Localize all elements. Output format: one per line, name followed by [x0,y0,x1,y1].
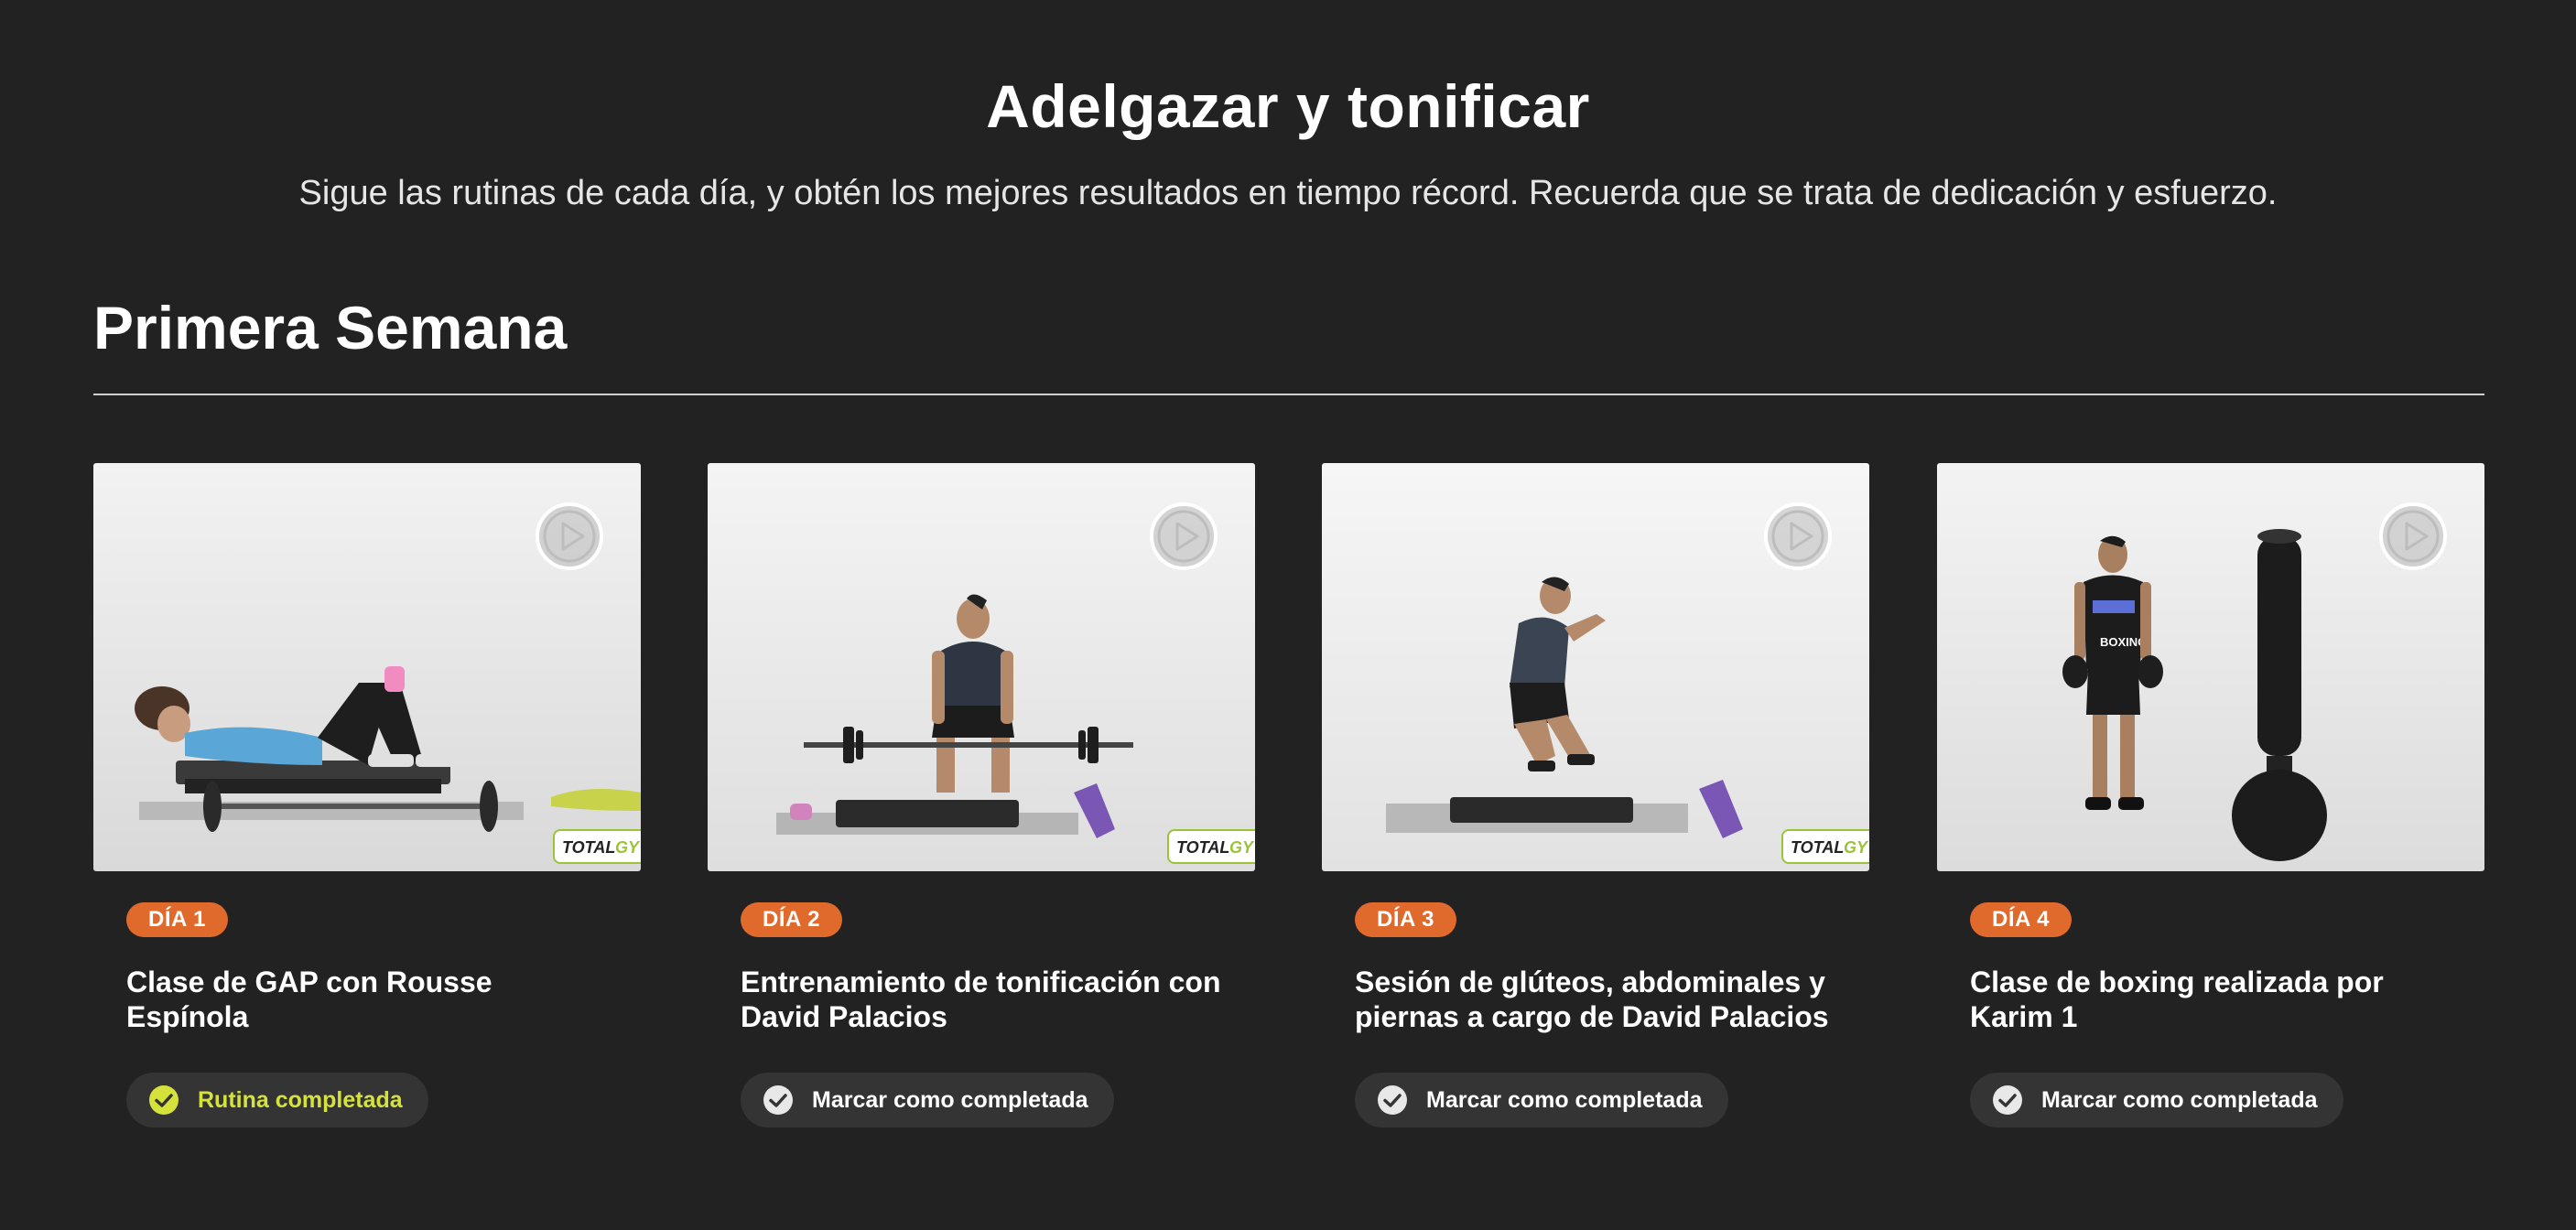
play-button[interactable] [535,502,604,571]
page-subtitle: Sigue las rutinas de cada día, y obtén l… [298,174,2278,212]
video-thumbnail[interactable]: BOXING [1937,463,2484,871]
svg-text:BOXING: BOXING [2100,635,2147,649]
video-thumbnail[interactable]: TOTAL GY [93,463,641,871]
brand-logo: TOTAL GY [1167,829,1255,864]
status-label: Marcar como completada [2041,1086,2318,1113]
check-circle-icon [1992,1084,2023,1116]
brand-logo: TOTAL GY [553,829,641,864]
svg-text:GY: GY [615,838,641,857]
section-divider [93,394,2484,395]
routine-card-day-2: TOTAL GY DÍA 2 Entrenamiento de tonifica… [708,461,1255,1157]
video-thumbnail[interactable]: TOTAL GY [1322,463,1869,871]
status-label: Rutina completada [198,1086,403,1113]
check-circle-filled-icon [148,1084,179,1116]
play-button[interactable] [1763,502,1833,571]
section-title: Primera Semana [93,294,568,361]
brand-logo: TOTAL GY [1781,829,1869,864]
video-thumbnail[interactable]: TOTAL GY [708,463,1255,871]
play-button[interactable] [1149,502,1218,571]
routine-title[interactable]: Clase de boxing realizada por Karim 1 [1970,965,2464,1034]
day-badge: DÍA 3 [1355,902,1456,937]
check-circle-icon [1377,1084,1408,1116]
svg-text:GY: GY [1229,838,1255,857]
routine-title[interactable]: Entrenamiento de tonificación con David … [741,965,1235,1034]
routine-card-list: TOTAL GY DÍA 1 Clase de GAP con Rousse E… [93,461,2484,1157]
mark-completed-button[interactable]: Marcar como completada [1355,1073,1728,1128]
day-badge: DÍA 4 [1970,902,2072,937]
check-circle-icon [763,1084,794,1116]
status-label: Marcar como completada [1426,1086,1703,1113]
svg-text:TOTAL: TOTAL [1176,838,1229,857]
status-label: Marcar como completada [812,1086,1088,1113]
routine-card-day-3: TOTAL GY DÍA 3 Sesión de glúteos, abdomi… [1322,461,1869,1157]
routine-completed-button[interactable]: Rutina completada [126,1073,428,1128]
page: Adelgazar y tonificar Sigue las rutinas … [0,0,2576,1230]
routine-title[interactable]: Sesión de glúteos, abdominales y piernas… [1355,965,1849,1034]
svg-text:GY: GY [1844,838,1869,857]
play-button[interactable] [2378,502,2448,571]
day-badge: DÍA 1 [126,902,228,937]
svg-text:TOTAL: TOTAL [1791,838,1844,857]
day-badge: DÍA 2 [741,902,842,937]
routine-card-day-4: BOXING DÍA 4 Clase de boxing realizada p… [1937,461,2484,1157]
routine-card-day-1: TOTAL GY DÍA 1 Clase de GAP con Rousse E… [93,461,641,1157]
page-title: Adelgazar y tonificar [986,72,1590,140]
mark-completed-button[interactable]: Marcar como completada [1970,1073,2343,1128]
routine-title[interactable]: Clase de GAP con Rousse Espínola [126,965,621,1034]
mark-completed-button[interactable]: Marcar como completada [741,1073,1114,1128]
svg-text:TOTAL: TOTAL [562,838,615,857]
